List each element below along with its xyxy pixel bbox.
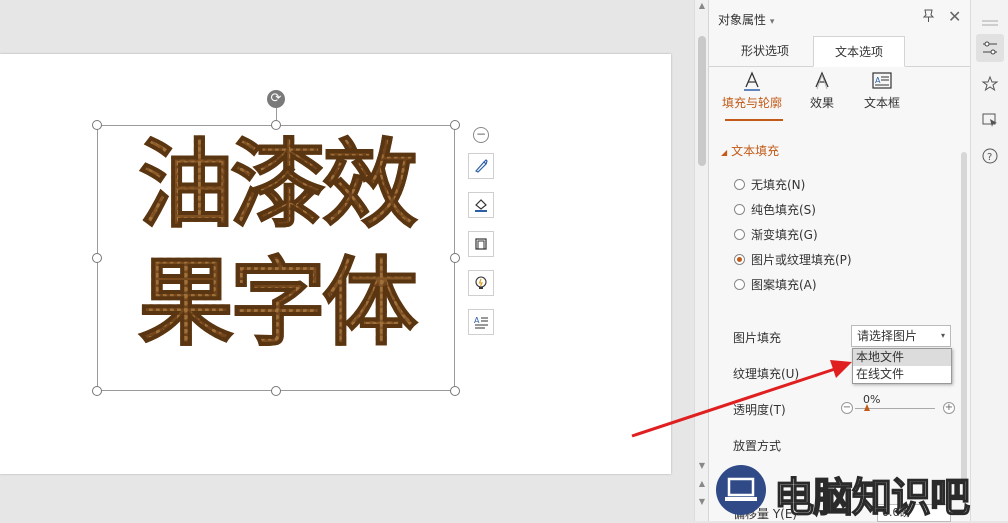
radio-button[interactable] — [734, 179, 745, 190]
pane-subtabs: 填充与轮廓 效果 A 文本框 — [709, 68, 971, 121]
help-icon[interactable]: ? — [976, 142, 1004, 170]
shape-outline-icon[interactable] — [468, 231, 494, 257]
object-properties-pane: 对象属性 ▾ ✕ 形状选项 文本选项 填充与轮廓 效果 A 文本框 ◢ 文本填充 … — [708, 0, 971, 522]
selection-pane-icon[interactable] — [976, 106, 1004, 134]
radio-label: 渐变填充(G) — [751, 228, 818, 242]
decrease-icon[interactable]: − — [841, 402, 853, 414]
section-text-fill-header[interactable]: ◢ 文本填充 — [721, 142, 779, 159]
radio-no-fill[interactable]: 无填充(N) — [734, 176, 805, 193]
increase-icon[interactable]: + — [943, 402, 955, 414]
radio-label: 无填充(N) — [751, 178, 806, 192]
pane-title[interactable]: 对象属性 ▾ — [718, 11, 774, 28]
close-icon[interactable]: ✕ — [948, 7, 961, 26]
watermark: 电脑知识吧 — [716, 463, 1008, 522]
pane-scroll-thumb[interactable] — [961, 152, 967, 482]
subtab-fill-outline-label: 填充与轮廓 — [721, 96, 782, 110]
pane-title-text: 对象属性 — [718, 13, 767, 27]
radio-button-selected[interactable] — [734, 254, 745, 265]
section-text-fill-label: 文本填充 — [731, 144, 780, 158]
radio-solid-fill[interactable]: 纯色填充(S) — [734, 201, 816, 218]
scroll-page-down-icon[interactable]: ▼ — [697, 498, 707, 506]
pin-star-icon[interactable] — [976, 70, 1004, 98]
right-side-toolbar: ? — [970, 0, 1008, 521]
picture-fill-dropdown: 本地文件 在线文件 — [852, 348, 952, 384]
radio-button[interactable] — [734, 204, 745, 215]
picture-fill-select[interactable]: 请选择图片 ▾ — [851, 325, 951, 347]
pane-scrollbar[interactable] — [959, 62, 969, 521]
art-text[interactable]: 油漆效 果字体 — [100, 126, 452, 362]
chevron-down-icon: ▾ — [940, 331, 945, 340]
text-layout-icon[interactable]: A — [468, 309, 494, 335]
transparency-slider[interactable]: 0% − + — [837, 393, 955, 415]
radio-pattern-fill[interactable]: 图案填充(A) — [734, 276, 817, 293]
shape-fill-icon[interactable] — [468, 192, 494, 218]
watermark-text: 电脑知识吧 — [773, 474, 971, 522]
radio-label: 图片或纹理填充(P) — [751, 253, 852, 267]
scroll-down-icon[interactable]: ▼ — [697, 462, 707, 470]
idea-bulb-icon[interactable] — [468, 270, 494, 296]
pin-icon[interactable] — [922, 9, 935, 27]
text-fill-outline-icon — [744, 71, 760, 91]
picture-fill-select-value: 请选择图片 — [857, 329, 918, 343]
style-brush-icon[interactable] — [468, 153, 494, 179]
scroll-up-icon[interactable]: ▲ — [697, 2, 707, 10]
radio-button[interactable] — [734, 279, 745, 290]
subtab-effects-label: 效果 — [809, 96, 834, 110]
tab-shape-options[interactable]: 形状选项 — [721, 36, 809, 66]
canvas-scroll-thumb[interactable] — [698, 36, 706, 166]
subtab-fill-outline[interactable]: 填充与轮廓 — [717, 70, 787, 121]
text-box-icon: A — [872, 72, 892, 89]
laptop-logo-icon — [716, 465, 766, 515]
slide-canvas-area: ⟳ 油漆效 果字体 − A — [0, 0, 694, 521]
slider-knob[interactable] — [864, 404, 870, 411]
radio-label: 图案填充(A) — [751, 278, 817, 292]
scroll-page-up-icon[interactable]: ▲ — [697, 480, 707, 488]
transparency-label: 透明度(T) — [733, 403, 786, 417]
art-text-line-1: 油漆效 — [138, 129, 419, 242]
collapse-icon[interactable]: − — [473, 127, 489, 143]
resize-handle-br[interactable] — [450, 386, 460, 396]
art-text-line-2: 果字体 — [138, 247, 419, 360]
pane-tabs: 形状选项 文本选项 — [709, 36, 971, 67]
tab-text-options[interactable]: 文本选项 — [813, 36, 905, 67]
svg-text:A: A — [875, 76, 881, 85]
option-online-file[interactable]: 在线文件 — [853, 366, 951, 383]
radio-button[interactable] — [734, 229, 745, 240]
resize-handle-bl[interactable] — [92, 386, 102, 396]
rotate-handle-icon[interactable]: ⟳ — [267, 90, 285, 108]
active-subtab-underline — [725, 119, 783, 121]
subtab-textbox-label: 文本框 — [863, 96, 900, 110]
texture-fill-label: 纹理填充(U) — [733, 367, 800, 381]
svg-text:?: ? — [987, 152, 992, 163]
toolbar-drag-handle — [976, 9, 1004, 37]
picture-fill-label: 图片填充 — [733, 331, 782, 345]
radio-gradient-fill[interactable]: 渐变填充(G) — [734, 226, 818, 243]
option-local-file[interactable]: 本地文件 — [853, 349, 951, 366]
placement-label: 放置方式 — [733, 439, 782, 453]
radio-label: 纯色填充(S) — [751, 203, 816, 217]
chevron-down-icon: ▾ — [769, 17, 775, 27]
subtab-textbox[interactable]: A 文本框 — [847, 70, 917, 111]
resize-handle-bm[interactable] — [271, 386, 281, 396]
properties-settings-icon[interactable] — [976, 34, 1004, 62]
collapse-triangle-icon: ◢ — [721, 148, 728, 157]
radio-picture-texture-fill[interactable]: 图片或纹理填充(P) — [734, 251, 852, 268]
svg-text:A: A — [474, 316, 480, 325]
canvas-scrollbar[interactable]: ▲ ▼ ▲ ▼ — [694, 0, 709, 521]
text-effect-icon — [815, 71, 829, 90]
